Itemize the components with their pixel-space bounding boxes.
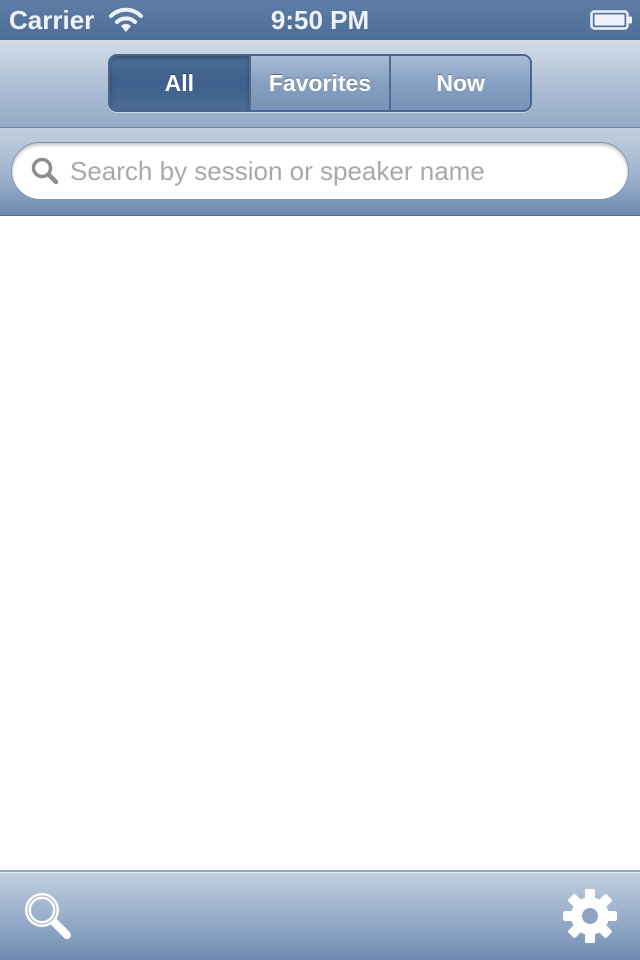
gear-icon[interactable]: [558, 886, 622, 946]
segment-nav-bar: All Favorites Now: [0, 40, 640, 128]
search-field[interactable]: [11, 142, 629, 200]
search-bar: [0, 128, 640, 216]
status-bar: Carrier 9:50 PM: [0, 0, 640, 40]
segment-now[interactable]: Now: [389, 56, 530, 110]
search-input[interactable]: [70, 149, 610, 193]
battery-icon: [590, 9, 634, 31]
segment-favorites-label: Favorites: [268, 69, 372, 96]
clock-label: 9:50 PM: [270, 5, 370, 35]
segment-now-label: Now: [436, 69, 485, 96]
segment-all[interactable]: All: [110, 56, 249, 110]
bottom-toolbar: [0, 870, 640, 960]
magnifier-icon: [30, 156, 60, 186]
segment-favorites[interactable]: Favorites: [248, 56, 390, 110]
segment-all-label: All: [164, 69, 195, 96]
app-screen: Carrier 9:50 PM All Favorites Now Search…: [0, 0, 640, 960]
session-list: [0, 216, 640, 870]
search-icon[interactable]: [18, 886, 78, 946]
segmented-control: All Favorites Now: [108, 54, 532, 112]
